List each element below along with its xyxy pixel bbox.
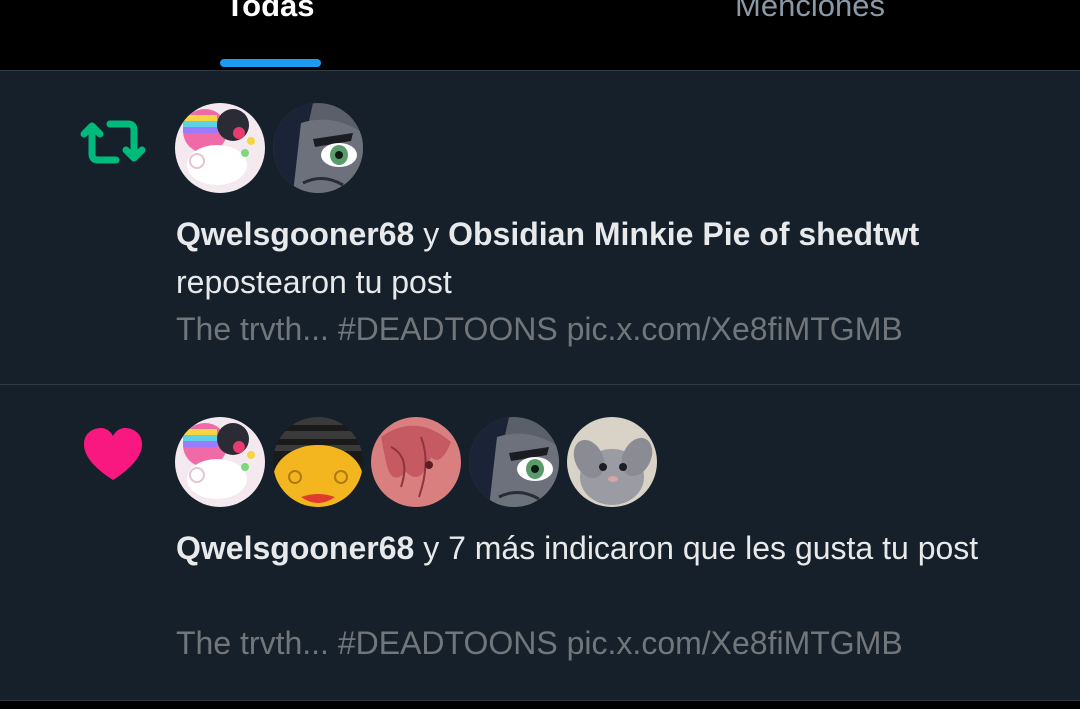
- heart-icon: [78, 426, 148, 491]
- avatar-qwelsgooner68[interactable]: [175, 103, 265, 193]
- repost-icon: [78, 112, 148, 177]
- avatar-obsidian-minkie-pie[interactable]: [469, 417, 559, 507]
- tab-menciones[interactable]: Menciones: [700, 0, 920, 70]
- post-preview[interactable]: The trvth... #DEADTOONS pic.x.com/Xe8fiM…: [176, 305, 1056, 353]
- notifications-page: Todas Menciones Qwelsgooner68 y Obsidian…: [0, 0, 1080, 709]
- bottom-edge: [0, 701, 1080, 709]
- avatar-liker-5[interactable]: [567, 417, 657, 507]
- like-text: Qwelsgooner68 y 7 más indicaron que les …: [176, 524, 1056, 572]
- action-text: y 7 más indicaron que les gusta tu post: [423, 530, 979, 566]
- avatar-liker-3[interactable]: [371, 417, 461, 507]
- repost-avatars: [175, 103, 363, 193]
- tab-todas-label: Todas: [225, 0, 315, 23]
- avatar-qwelsgooner68[interactable]: [175, 417, 265, 507]
- actor-name-link[interactable]: Obsidian Minkie Pie of shedtwt: [448, 216, 919, 252]
- actor-name-link[interactable]: Qwelsgooner68: [176, 530, 414, 566]
- active-tab-indicator: [220, 59, 321, 67]
- notification-like[interactable]: Qwelsgooner68 y 7 más indicaron que les …: [0, 385, 1080, 701]
- tab-menciones-label: Menciones: [735, 0, 885, 23]
- avatar-liker-2[interactable]: [273, 417, 363, 507]
- avatar-obsidian-minkie-pie[interactable]: [273, 103, 363, 193]
- connector-text: y: [423, 216, 440, 252]
- like-avatars: [175, 417, 657, 507]
- post-preview[interactable]: The trvth... #DEADTOONS pic.x.com/Xe8fiM…: [176, 619, 1056, 667]
- notification-repost[interactable]: Qwelsgooner68 y Obsidian Minkie Pie of s…: [0, 71, 1080, 385]
- notifications-tabbar: Todas Menciones: [0, 0, 1080, 71]
- repost-text: Qwelsgooner68 y Obsidian Minkie Pie of s…: [176, 210, 1056, 306]
- action-text: repostearon tu post: [176, 264, 452, 300]
- actor-name-link[interactable]: Qwelsgooner68: [176, 216, 414, 252]
